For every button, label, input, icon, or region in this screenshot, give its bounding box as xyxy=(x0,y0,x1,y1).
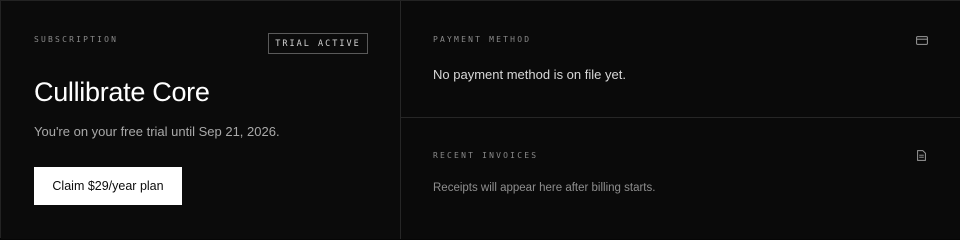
recent-invoices-eyebrow: RECENT INVOICES xyxy=(433,151,539,160)
billing-overview: SUBSCRIPTION TRIAL ACTIVE Cullibrate Cor… xyxy=(0,0,960,239)
trial-message: You're on your free trial until Sep 21, … xyxy=(34,124,280,139)
subscription-panel: SUBSCRIPTION TRIAL ACTIVE Cullibrate Cor… xyxy=(1,1,401,239)
document-icon xyxy=(917,150,926,161)
claim-plan-button[interactable]: Claim $29/year plan xyxy=(34,167,182,205)
payment-method-eyebrow: PAYMENT METHOD xyxy=(433,35,532,44)
recent-invoices-message: Receipts will appear here after billing … xyxy=(433,182,656,194)
recent-invoices-panel: RECENT INVOICES Receipts will appear her… xyxy=(401,118,960,239)
payment-method-message: No payment method is on file yet. xyxy=(433,67,626,82)
trial-status-badge: TRIAL ACTIVE xyxy=(268,33,368,54)
plan-title: Cullibrate Core xyxy=(34,77,210,107)
credit-card-icon xyxy=(916,36,928,45)
subscription-eyebrow: SUBSCRIPTION xyxy=(34,35,119,44)
payment-method-panel: PAYMENT METHOD No payment method is on f… xyxy=(401,1,960,118)
